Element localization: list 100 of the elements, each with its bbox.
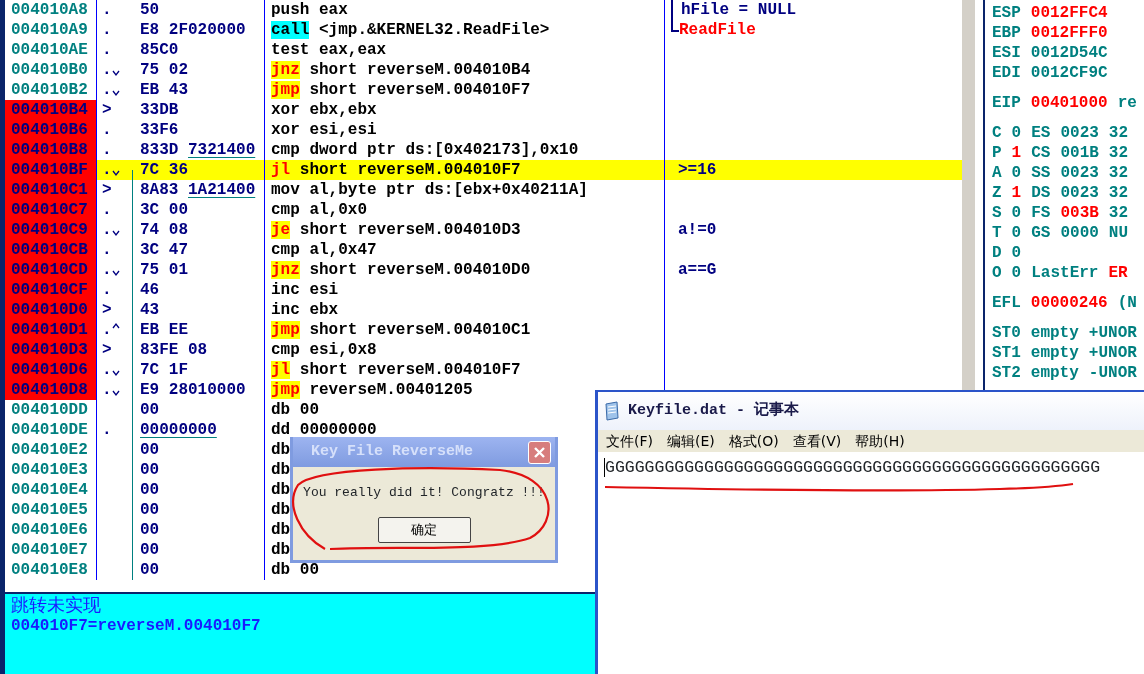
comment: hFile = NULL xyxy=(681,0,797,20)
register-value: 32 xyxy=(1108,183,1129,203)
address-cell: 004010B8 xyxy=(5,140,97,160)
instruction: test eax,eax xyxy=(265,40,665,60)
marker-glyph: . xyxy=(102,160,112,180)
register-label: T xyxy=(992,223,1002,243)
marker-glyph: > xyxy=(102,180,112,200)
register-value: ER xyxy=(1108,263,1128,283)
register-value: 0012D54C xyxy=(1030,43,1108,63)
hex-bytes: 00 xyxy=(133,440,265,460)
instruction: jnz short reverseM.004010B4 xyxy=(265,60,665,80)
hex-bytes: EB EE xyxy=(133,320,265,340)
marker-glyph: . xyxy=(102,60,112,80)
register-label: ST1 xyxy=(992,343,1021,363)
register-label: C xyxy=(992,123,1002,143)
marker-glyph: . xyxy=(102,20,112,40)
register-value: 0023 xyxy=(1060,163,1099,183)
hex-bytes: 00 xyxy=(133,500,265,520)
register-value: empty xyxy=(1030,323,1079,343)
address-cell: 004010E2 xyxy=(5,440,97,460)
hex-bytes: 43 xyxy=(133,300,265,320)
menu-item[interactable]: 查看(V) xyxy=(792,430,842,452)
address-cell: 004010E3 xyxy=(5,460,97,480)
instruction: call <jmp.&KERNEL32.ReadFile> xyxy=(265,20,665,40)
register-value: 0000 xyxy=(1060,223,1099,243)
hex-bytes: 00 xyxy=(133,480,265,500)
address-cell: 004010E8 xyxy=(5,560,97,580)
instruction: je short reverseM.004010D3 xyxy=(265,220,665,240)
marker-glyph: . xyxy=(102,0,112,20)
marker-glyph: . xyxy=(102,240,112,260)
instruction: mov al,byte ptr ds:[ebx+0x40211A] xyxy=(265,180,665,200)
register-value: 0 xyxy=(1011,203,1022,223)
register-value: 1 xyxy=(1011,143,1022,163)
register-value: empty xyxy=(1030,363,1079,383)
address-cell: 004010CB xyxy=(5,240,97,260)
comment: a!=0 xyxy=(677,220,717,240)
address-cell: 004010E5 xyxy=(5,500,97,520)
info-text: 跳转未实现 xyxy=(11,594,102,616)
hex-bytes: 75 01 xyxy=(133,260,265,280)
instruction: jl short reverseM.004010F7 xyxy=(265,360,665,380)
register-value: 0012FFC4 xyxy=(1030,3,1108,23)
address-cell: 004010D6 xyxy=(5,360,97,380)
register-label: Z xyxy=(992,183,1002,203)
register-value: 00000246 xyxy=(1030,293,1108,313)
marker-glyph: . xyxy=(102,80,112,100)
register-label: LastErr xyxy=(1031,263,1099,283)
ok-button[interactable]: 确定 xyxy=(377,516,471,543)
marker-glyph: . xyxy=(102,40,112,60)
register-label: CS xyxy=(1031,143,1051,163)
marker-glyph: . xyxy=(102,320,112,340)
hex-bytes: 74 08 xyxy=(133,220,265,240)
menu-item[interactable]: 帮助(H) xyxy=(855,430,905,452)
marker-glyph: . xyxy=(102,200,112,220)
register-value: 32 xyxy=(1108,203,1129,223)
menu-item[interactable]: 编辑(E) xyxy=(667,430,715,452)
comment: a==G xyxy=(677,260,717,280)
address-cell: 004010A9 xyxy=(5,20,97,40)
register-label: ESP xyxy=(992,3,1021,23)
register-label: P xyxy=(992,143,1002,163)
hex-bytes: 50 xyxy=(133,0,265,20)
comment: >=16 xyxy=(677,160,717,180)
instruction: jmp short reverseM.004010C1 xyxy=(265,320,665,340)
register-value: 32 xyxy=(1108,163,1129,183)
instruction: xor esi,esi xyxy=(265,120,665,140)
register-value: 0 xyxy=(1011,163,1022,183)
hex-bytes: 7C 36 xyxy=(133,160,265,180)
register-label: EFL xyxy=(992,293,1021,313)
register-value: 0 xyxy=(1011,263,1022,283)
address-cell: 004010C1 xyxy=(5,180,97,200)
instruction: xor ebx,ebx xyxy=(265,100,665,120)
close-button[interactable] xyxy=(528,440,551,464)
register-label: EBP xyxy=(992,23,1021,43)
marker-glyph: > xyxy=(102,100,112,120)
instruction: jl short reverseM.004010F7 xyxy=(265,160,665,180)
register-label: O xyxy=(992,263,1002,283)
instruction: inc ebx xyxy=(265,300,665,320)
hex-bytes: 85C0 xyxy=(133,40,265,60)
address-cell: 004010C7 xyxy=(5,200,97,220)
comment: ReadFile xyxy=(679,20,756,40)
instruction: jmp short reverseM.004010F7 xyxy=(265,80,665,100)
marker-glyph: . xyxy=(102,380,112,400)
address-cell: 004010B4 xyxy=(5,100,97,120)
instruction: inc esi xyxy=(265,280,665,300)
register-label: GS xyxy=(1031,223,1051,243)
marker-glyph: > xyxy=(102,300,112,320)
address-cell: 004010CF xyxy=(5,280,97,300)
hex-bytes: 00000000 xyxy=(133,420,265,440)
hex-bytes: 7C 1F xyxy=(133,360,265,380)
address-cell: 004010D3 xyxy=(5,340,97,360)
register-label: S xyxy=(992,203,1002,223)
instruction: cmp al,0x47 xyxy=(265,240,665,260)
register-value: empty xyxy=(1030,343,1079,363)
hex-bytes: EB 43 xyxy=(133,80,265,100)
instruction: cmp al,0x0 xyxy=(265,200,665,220)
selected-row[interactable]: 004010BF . 7C 36 jl short reverseM.004010F7 >=16 xyxy=(5,160,962,180)
address-cell: 004010D8 xyxy=(5,380,97,400)
hex-bytes: 46 xyxy=(133,280,265,300)
register-value: (N xyxy=(1117,293,1137,313)
hex-bytes: 83FE 08 xyxy=(133,340,265,360)
menu-item[interactable]: 格式(O) xyxy=(728,430,779,452)
